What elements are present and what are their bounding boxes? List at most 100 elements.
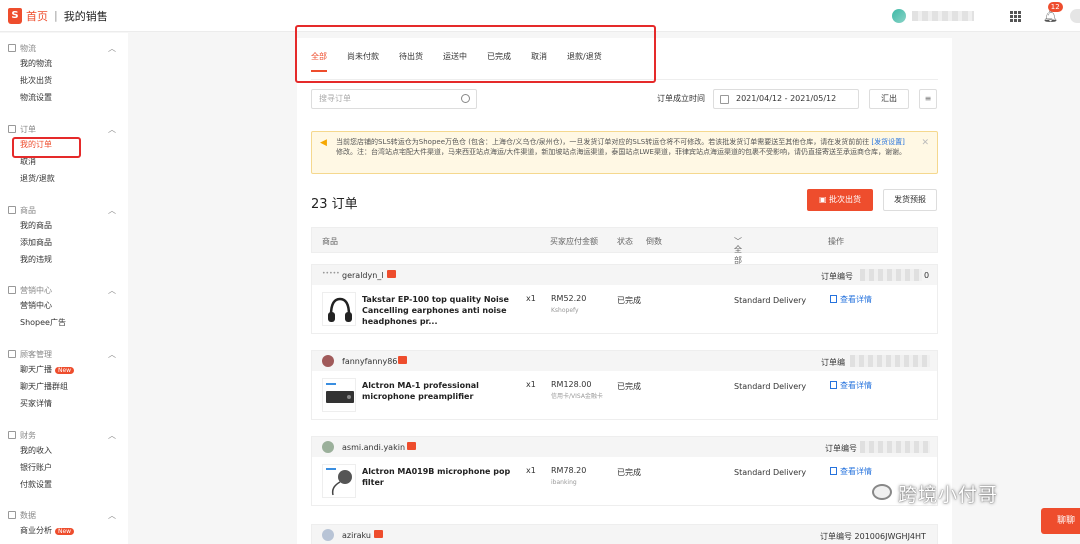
tag-icon [8, 286, 16, 294]
col-action: 操作 [828, 237, 844, 246]
sidebar-section-finance: 财务 ︿ 我的收入 银行账户 付款设置 [0, 428, 128, 493]
batch-ship-button[interactable]: ▣ 批次出货 [807, 189, 873, 211]
chevron-up-icon[interactable]: ︿ [108, 510, 116, 521]
document-icon [830, 467, 837, 475]
sidebar-item-add-product[interactable]: 添加商品 [0, 234, 128, 251]
sls-warehouse-notice: ◀ 当前您店铺的SLS转运仓为Shopee万色仓 (包含：上海仓/义乌仓/泉州仓… [311, 131, 938, 174]
sidebar-header-customers[interactable]: 顾客管理 ︿ [0, 347, 128, 361]
product-name[interactable]: Takstar EP-100 top quality Noise Cancell… [362, 294, 520, 327]
sidebar: 物流 ︿ 我的物流 批次出货 物流设置 订单 ︿ 我的订单 取消 退货/退款 商品 ︿… [0, 33, 128, 544]
sidebar-item-my-products[interactable]: 我的商品 [0, 217, 128, 234]
shopee-logo-icon[interactable]: S [8, 7, 22, 24]
sidebar-section-customers: 顾客管理 ︿ 聊天广播 New 聊天广播群组 买家详情 [0, 347, 128, 412]
sidebar-item-batch-ship[interactable]: 批次出货 [0, 72, 128, 89]
order-card: ••••• geraldyn_l 订单编号 0 Takstar EP-100 t… [311, 264, 938, 334]
sidebar-section-products: 商品 ︿ 我的商品 添加商品 我的违规 [0, 203, 128, 268]
user-avatar[interactable] [1070, 9, 1080, 23]
order-card: asmi.andi.yakin 订单编号 Alctron MA019B micr… [311, 436, 938, 506]
calendar-icon [720, 95, 729, 104]
buyer-name[interactable]: asmi.andi.yakin [342, 443, 405, 452]
payment-method: ibanking [551, 479, 577, 486]
sidebar-item-returns[interactable]: 退货/退款 [0, 170, 128, 187]
chat-icon[interactable] [374, 530, 383, 538]
view-details-link[interactable]: 查看详情 [830, 380, 872, 391]
sidebar-item-business-insights[interactable]: 商业分析 New [0, 522, 128, 539]
product-thumbnail[interactable] [322, 292, 356, 326]
notification-bell-icon[interactable]: 🔔︎ 12 [1043, 2, 1063, 23]
shop-avatar[interactable] [891, 9, 906, 23]
sidebar-item-bank-account[interactable]: 银行账户 [0, 459, 128, 476]
order-item-row: Alctron MA-1 professional microphone pre… [312, 371, 937, 419]
chevron-up-icon[interactable]: ︿ [108, 124, 116, 135]
price: RM128.00 [551, 380, 592, 389]
list-menu-icon[interactable]: ≡ [919, 89, 937, 109]
export-button[interactable]: 汇出 [869, 89, 909, 109]
view-details-link[interactable]: 查看详情 [830, 294, 872, 305]
product-thumbnail[interactable] [322, 378, 356, 412]
sidebar-header-marketing[interactable]: 营销中心 ︿ [0, 283, 128, 297]
order-header: ••••• geraldyn_l 订单编号 0 [312, 265, 937, 285]
orders-table-header: 商品 买家应付金额 状态 倒数 全部物流商 ﹀ 操作 [311, 227, 938, 298]
sidebar-item-logistics-settings[interactable]: 物流设置 [0, 89, 128, 106]
apps-grid-icon[interactable] [1009, 10, 1021, 22]
quantity: x1 [526, 466, 536, 475]
chevron-up-icon[interactable]: ︿ [108, 430, 116, 441]
highlight-box-my-orders [12, 137, 81, 158]
sidebar-header-orders[interactable]: 订单 ︿ [0, 122, 128, 136]
page-title: 我的销售 [63, 9, 108, 23]
close-icon[interactable]: ✕ [921, 138, 929, 148]
order-search-input[interactable]: 搜寻订单 [311, 89, 477, 109]
wallet-icon [8, 431, 16, 439]
orders-panel: 全部 尚未付款 待出货 运送中 已完成 取消 退款/退货 搜寻订单 订单成立时间… [297, 38, 952, 544]
buyer-name[interactable]: fannyfanny86 [342, 357, 397, 366]
shop-name-redacted[interactable] [911, 11, 974, 21]
buyer-name[interactable]: geraldyn_l [342, 271, 384, 280]
sidebar-section-data: 数据 ︿ 商业分析 New [0, 508, 128, 539]
order-card: aziraku 订单编号 201006JWGHJ4HT [311, 524, 938, 544]
sidebar-header-data[interactable]: 数据 ︿ [0, 508, 128, 522]
truck-icon [8, 44, 16, 52]
price: RM78.20 [551, 466, 587, 475]
sidebar-item-marketing-center[interactable]: 营销中心 [0, 297, 128, 314]
sidebar-header-finance[interactable]: 财务 ︿ [0, 428, 128, 442]
breadcrumb-home[interactable]: 首页 [26, 8, 48, 24]
sidebar-item-broadcast-groups[interactable]: 聊天广播群组 [0, 378, 128, 395]
sidebar-item-chat-broadcast[interactable]: 聊天广播 New [0, 361, 128, 378]
watermark: 跨境小付哥 [898, 484, 999, 506]
buyer-avatar [322, 441, 334, 453]
sidebar-item-buyer-details[interactable]: 买家详情 [0, 395, 128, 412]
sidebar-item-my-logistics[interactable]: 我的物流 [0, 55, 128, 72]
product-name[interactable]: Alctron MA019B microphone pop filter [362, 466, 520, 488]
sidebar-header-logistics[interactable]: 物流 ︿ [0, 41, 128, 55]
date-range-picker[interactable]: 2021/04/12 - 2021/05/12 [713, 89, 859, 109]
chevron-up-icon[interactable]: ︿ [108, 285, 116, 296]
chevron-up-icon[interactable]: ︿ [108, 43, 116, 54]
view-details-link[interactable]: 查看详情 [830, 466, 872, 477]
search-icon[interactable] [461, 94, 470, 103]
chevron-up-icon[interactable]: ︿ [108, 349, 116, 360]
sidebar-header-products[interactable]: 商品 ︿ [0, 203, 128, 217]
col-countdown: 倒数 [646, 237, 662, 246]
person-icon [8, 350, 16, 358]
order-number-redacted [860, 441, 930, 453]
wechat-icon [872, 484, 892, 500]
product-thumbnail[interactable] [322, 464, 356, 498]
chat-icon[interactable] [407, 442, 416, 450]
chat-icon[interactable] [398, 356, 407, 364]
document-icon [830, 381, 837, 389]
order-number-label: 订单编 [821, 358, 845, 367]
sidebar-item-violations[interactable]: 我的违规 [0, 251, 128, 268]
sidebar-item-payment-settings[interactable]: 付款设置 [0, 476, 128, 493]
logistics-filter-dropdown[interactable]: 全部物流商 ﹀ [734, 236, 742, 298]
shipping-settings-link[interactable]: [发货设置] [871, 138, 904, 146]
new-badge: New [55, 528, 75, 535]
chat-button[interactable]: 聊聊 [1041, 508, 1080, 534]
buyer-name[interactable]: aziraku [342, 531, 371, 540]
shipping-forecast-button[interactable]: 发货预报 [883, 189, 937, 211]
sidebar-item-my-income[interactable]: 我的收入 [0, 442, 128, 459]
sidebar-item-shopee-ads[interactable]: Shopee广告 [0, 314, 128, 331]
chevron-up-icon[interactable]: ︿ [108, 205, 116, 216]
product-name[interactable]: Alctron MA-1 professional microphone pre… [362, 380, 520, 402]
chat-icon[interactable] [387, 270, 396, 278]
buyer-avatar: ••••• [322, 270, 340, 277]
